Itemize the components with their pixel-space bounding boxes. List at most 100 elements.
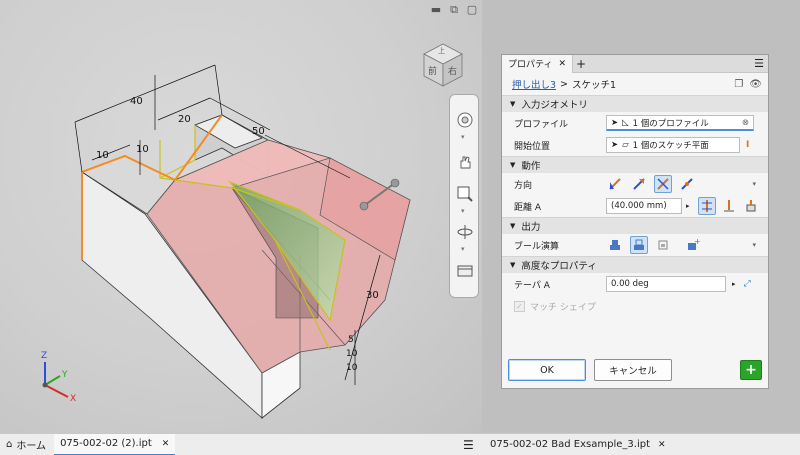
viewcube[interactable]: 上 前 右 xyxy=(416,36,470,90)
start-selector[interactable]: ➤ ▱ 1 個のスケッチ平面 xyxy=(606,137,740,153)
viewcube-front[interactable]: 前 xyxy=(428,64,437,77)
view-face-icon[interactable] xyxy=(454,259,476,281)
cursor-arrow-icon: ➤ xyxy=(611,140,619,150)
section-advanced[interactable]: ▼ 高度なプロパティ xyxy=(502,256,768,273)
dim-40: 40 xyxy=(130,96,143,107)
profile-shape-icon: ◺ xyxy=(622,117,629,128)
start-label: 開始位置 xyxy=(514,141,551,152)
boolean-cut-icon[interactable] xyxy=(630,236,648,254)
maximize-icon[interactable]: ▢ xyxy=(466,4,478,16)
cancel-button[interactable]: キャンセル xyxy=(594,359,672,381)
taper-expand-icon[interactable]: ▸ xyxy=(732,280,736,288)
taper-row: テーパ A 0.00 deg ▸ ⤢ xyxy=(502,273,768,295)
document-tab-1-label: 075-002-02 (2).ipt xyxy=(60,438,152,449)
collapse-triangle-icon: ▼ xyxy=(510,161,516,169)
match-shape-checkbox[interactable]: ✓ xyxy=(514,300,525,312)
viewcube-right[interactable]: 右 xyxy=(448,64,457,77)
collapse-triangle-icon: ▼ xyxy=(510,222,516,230)
match-shape-row: ✓ マッチ シェイプ xyxy=(502,295,768,317)
graphics-viewport[interactable]: 40 20 50 10 10 30 5 10 10 Z Y X ▬ ⧉ ▢ 上 … xyxy=(0,0,482,433)
new-solid-icon[interactable]: + xyxy=(684,236,702,254)
panel-menu-icon[interactable]: ☰ xyxy=(750,57,768,70)
ok-button[interactable]: OK xyxy=(508,359,586,381)
axis-z-label: Z xyxy=(41,351,48,361)
properties-panel: プロパティ ✕ + ☰ 押し出し3 > スケッチ1 ❐ 👁 ▼ 入力ジオメトリ … xyxy=(501,54,769,389)
distance-through-all-icon[interactable] xyxy=(697,197,716,215)
collapse-triangle-icon: ▼ xyxy=(510,261,516,269)
direction-label: 方向 xyxy=(514,180,533,191)
cursor-arrow-icon: ➤ xyxy=(611,117,619,128)
pan-icon[interactable] xyxy=(454,151,476,173)
dim-5: 5 xyxy=(348,335,354,345)
home-icon: ⌂ xyxy=(6,439,13,450)
document-tab-2[interactable]: 075-002-02 Bad Exsample_3.ipt ✕ xyxy=(484,434,672,455)
copy-icon[interactable]: ❐ xyxy=(734,79,743,90)
distance-input[interactable]: (40.000 mm) xyxy=(606,198,682,214)
tabs-menu-icon[interactable]: ☰ xyxy=(463,438,474,452)
direction-asymmetric-icon[interactable] xyxy=(678,175,696,193)
steering-wheel-icon[interactable] xyxy=(454,109,476,131)
section-input-geometry[interactable]: ▼ 入力ジオメトリ xyxy=(502,95,768,112)
more-options-icon[interactable]: ▾ xyxy=(752,241,756,249)
distance-row: 距離 A (40.000 mm) ▸ xyxy=(502,195,768,217)
breadcrumb-feature[interactable]: 押し出し3 xyxy=(512,77,556,91)
direction-default-icon[interactable] xyxy=(606,175,624,193)
direction-flipped-icon[interactable] xyxy=(630,175,648,193)
section-behavior[interactable]: ▼ 動作 xyxy=(502,156,768,173)
distance-to-icon[interactable] xyxy=(720,197,738,215)
taper-direction-icon[interactable]: ⤢ xyxy=(744,279,751,289)
start-value: 1 個のスケッチ平面 xyxy=(632,141,709,151)
tab-properties[interactable]: プロパティ ✕ xyxy=(502,54,574,73)
distance-expand-icon[interactable]: ▸ xyxy=(686,202,690,210)
axis-y-label: Y xyxy=(62,370,68,380)
tab-properties-label: プロパティ xyxy=(508,60,553,70)
dim-50: 50 xyxy=(252,126,265,137)
document-tab-bar: ⌂ ホーム 075-002-02 (2).ipt ✕ ☰ 075-002-02 … xyxy=(0,433,800,455)
boolean-intersect-icon[interactable] xyxy=(654,236,672,254)
section-output[interactable]: ▼ 出力 xyxy=(502,217,768,234)
breadcrumb-sketch[interactable]: スケッチ1 xyxy=(572,77,616,91)
collapse-triangle-icon: ▼ xyxy=(510,100,516,108)
home-tab[interactable]: ⌂ ホーム xyxy=(0,434,52,455)
visibility-eye-icon[interactable]: 👁 xyxy=(749,79,762,90)
profile-selector[interactable]: ➤ ◺ 1 個のプロファイル ⊗ xyxy=(606,115,754,131)
distance-between-icon[interactable] xyxy=(742,197,760,215)
section-advanced-title: 高度なプロパティ xyxy=(521,261,597,272)
direction-row: 方向 ▾ xyxy=(502,173,768,195)
zoom-window-icon[interactable] xyxy=(454,183,476,205)
taper-label: テーパ A xyxy=(514,280,550,291)
viewport-window-controls: ▬ ⧉ ▢ xyxy=(430,4,478,16)
svg-text:+: + xyxy=(694,238,700,246)
close-icon[interactable]: ✕ xyxy=(558,59,566,69)
minimize-icon[interactable]: ▬ xyxy=(430,4,442,16)
section-input-geometry-title: 入力ジオメトリ xyxy=(521,100,588,111)
section-output-title: 出力 xyxy=(521,222,541,233)
distance-label: 距離 A xyxy=(514,202,542,213)
panel-tabbar: プロパティ ✕ + ☰ xyxy=(502,54,768,73)
orbit-icon[interactable] xyxy=(454,221,476,243)
boolean-join-icon[interactable] xyxy=(606,236,624,254)
breadcrumb: 押し出し3 > スケッチ1 ❐ 👁 xyxy=(502,73,768,95)
model-view: 40 20 50 10 10 30 5 10 10 xyxy=(42,64,411,419)
direction-symmetric-icon[interactable] xyxy=(654,175,672,193)
clear-selection-icon[interactable]: ⊗ xyxy=(742,118,749,128)
boolean-label: ブール演算 xyxy=(514,241,560,252)
boolean-row: ブール演算 + ▾ xyxy=(502,234,768,256)
restore-icon[interactable]: ⧉ xyxy=(448,4,460,16)
profile-row: プロファイル ➤ ◺ 1 個のプロファイル ⊗ xyxy=(502,112,768,134)
close-icon[interactable]: ✕ xyxy=(658,440,666,450)
start-row: 開始位置 ➤ ▱ 1 個のスケッチ平面 I xyxy=(502,134,768,156)
document-tab-2-label: 075-002-02 Bad Exsample_3.ipt xyxy=(490,439,650,450)
dim-10-top: 10 xyxy=(96,150,109,161)
navigation-bar: ▾ ▾ ▾ xyxy=(449,94,479,298)
breadcrumb-separator: > xyxy=(560,78,569,90)
document-tab-1[interactable]: 075-002-02 (2).ipt ✕ xyxy=(54,433,176,455)
add-feature-button[interactable]: + xyxy=(740,360,762,380)
offset-toggle-icon[interactable]: I xyxy=(746,140,749,150)
close-icon[interactable]: ✕ xyxy=(162,439,170,449)
taper-input[interactable]: 0.00 deg xyxy=(606,276,726,292)
add-tab-icon[interactable]: + xyxy=(573,57,589,71)
dim-10-b: 10 xyxy=(346,363,358,373)
more-options-icon[interactable]: ▾ xyxy=(752,180,756,188)
viewcube-top[interactable]: 上 xyxy=(438,46,445,56)
